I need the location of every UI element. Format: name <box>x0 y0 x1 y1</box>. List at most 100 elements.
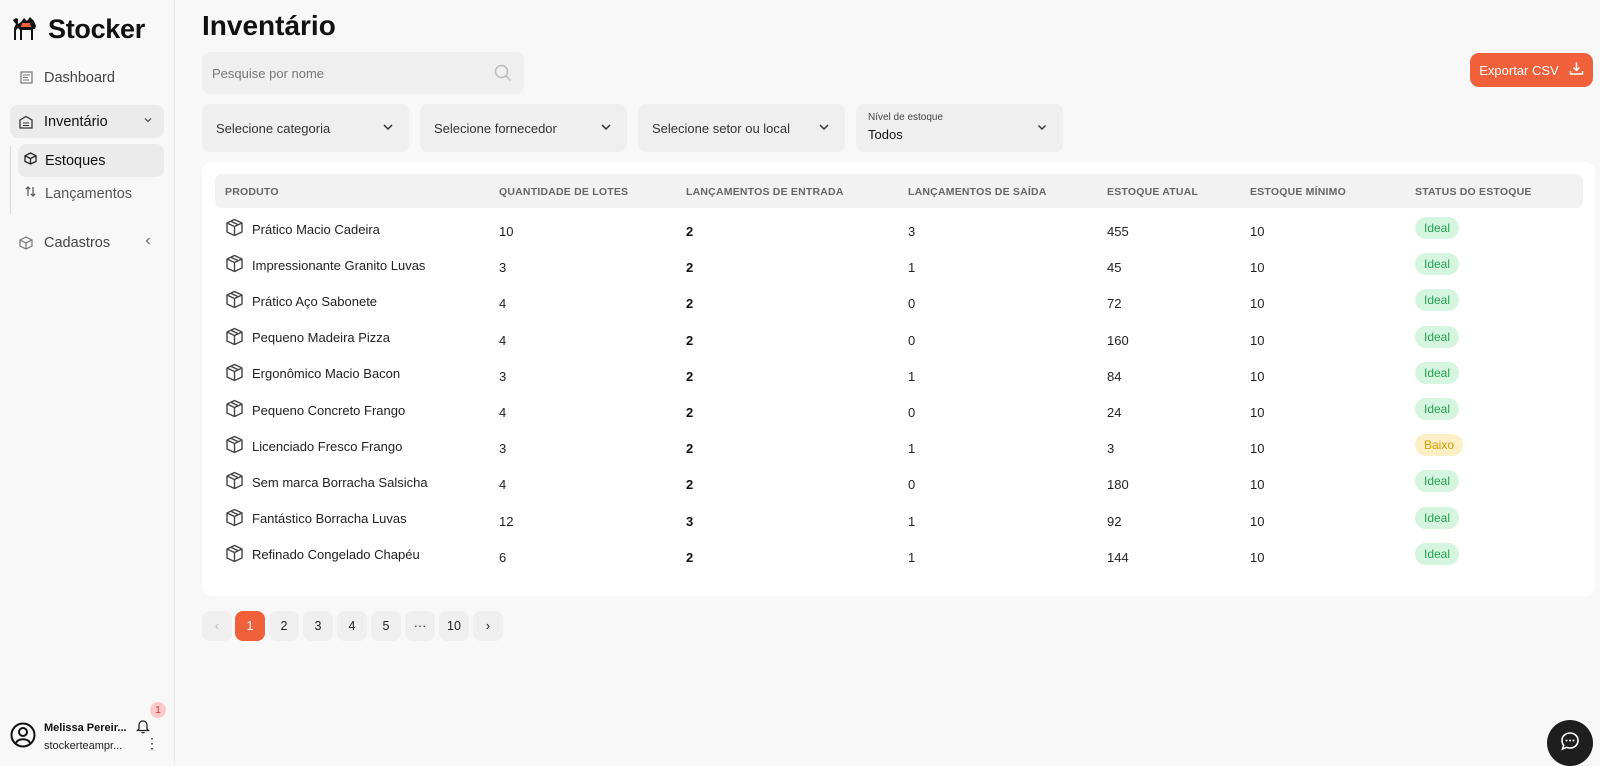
page-button[interactable]: 2 <box>269 611 299 641</box>
entries-cell: 2 <box>686 549 694 565</box>
current-stock-cell: 144 <box>1107 549 1129 565</box>
table-row[interactable]: Ergonômico Macio Bacon 3 2 1 84 10 Ideal <box>215 357 1583 394</box>
entries-cell: 2 <box>686 405 694 420</box>
column-header[interactable]: QUANTIDADE DE LOTES <box>499 186 628 198</box>
page-button[interactable]: 10 <box>439 611 469 641</box>
product-cell: Prático Macio Cadeira <box>225 218 380 240</box>
inventory-table: PRODUTO QUANTIDADE DE LOTES LANÇAMENTOS … <box>202 162 1595 596</box>
status-badge: Ideal <box>1415 217 1460 239</box>
search-icon[interactable] <box>494 64 512 87</box>
product-cell: Prático Aço Sabonete <box>225 290 377 312</box>
entries-cell: 3 <box>686 513 694 529</box>
table-row[interactable]: Fantástico Borracha Luvas 12 3 1 92 10 Ideal <box>215 502 1583 539</box>
brand[interactable]: Stocker <box>10 12 145 47</box>
lots-cell: 6 <box>499 549 507 565</box>
entries-cell: 2 <box>686 332 694 348</box>
min-stock-cell: 10 <box>1250 549 1265 565</box>
camel-logo-icon <box>10 12 42 47</box>
sector-select[interactable]: Selecione setor ou local <box>638 104 845 152</box>
notification-badge: 1 <box>150 702 166 718</box>
column-header[interactable]: LANÇAMENTOS DE ENTRADA <box>686 186 844 198</box>
product-name: Pequeno Concreto Frango <box>252 402 406 418</box>
search-input[interactable] <box>212 52 482 94</box>
product-cell: Pequeno Madeira Pizza <box>225 327 390 349</box>
export-csv-button[interactable]: Exportar CSV <box>1470 53 1593 87</box>
table-row[interactable]: Prático Macio Cadeira 10 2 3 455 10 Ideal <box>215 212 1583 249</box>
page-button[interactable]: 3 <box>303 611 333 641</box>
column-header[interactable]: STATUS DO ESTOQUE <box>1415 186 1532 198</box>
stock-level-select[interactable]: Nível de estoque Todos <box>856 104 1063 152</box>
more-options-icon[interactable]: ⋮ <box>145 736 159 750</box>
sidebar-subitem-lancamentos[interactable]: Lançamentos <box>18 177 164 210</box>
sidebar-item-dashboard[interactable]: Dashboard <box>10 61 164 94</box>
product-name: Pequeno Madeira Pizza <box>252 330 391 346</box>
page-button[interactable]: 1 <box>235 611 265 641</box>
table-row[interactable]: Refinado Congelado Chapéu 6 2 1 144 10 Ideal <box>215 538 1583 575</box>
package-icon <box>225 508 244 530</box>
user-name: Melissa Pereir... <box>44 722 127 734</box>
user-email: stockerteampr... <box>44 740 123 752</box>
min-stock-cell: 10 <box>1250 332 1265 348</box>
page-button[interactable]: 4 <box>337 611 367 641</box>
warehouse-icon <box>18 114 34 130</box>
current-stock-cell: 72 <box>1107 296 1122 312</box>
product-name: Refinado Congelado Chapéu <box>252 547 420 563</box>
brand-name: Stocker <box>48 14 145 44</box>
status-badge: Ideal <box>1415 470 1460 493</box>
page-button[interactable]: 5 <box>371 611 401 641</box>
table-row[interactable]: Prático Aço Sabonete 4 2 0 72 10 Ideal <box>215 284 1583 321</box>
product-cell: Licenciado Fresco Frango <box>225 435 402 457</box>
table-row[interactable]: Licenciado Fresco Frango 3 2 1 3 10 Baixo <box>215 429 1583 466</box>
search-box <box>202 52 524 94</box>
lots-cell: 3 <box>499 260 507 276</box>
supplier-select[interactable]: Selecione fornecedor <box>420 104 627 152</box>
exits-cell: 1 <box>908 441 916 457</box>
entries-cell: 2 <box>686 296 694 312</box>
exits-cell: 0 <box>908 296 916 312</box>
column-header[interactable]: ESTOQUE MÍNIMO <box>1250 186 1346 198</box>
table-row[interactable]: Sem marca Borracha Salsicha 4 2 0 180 10 Ideal <box>215 465 1583 502</box>
package-icon <box>225 399 244 421</box>
entries-cell: 2 <box>686 224 694 239</box>
sidebar-subitem-label: Lançamentos <box>45 185 133 202</box>
table-row[interactable]: Impressionante Granito Luvas 3 2 1 45 10 Ideal <box>215 248 1583 285</box>
product-name: Prático Macio Cadeira <box>252 221 380 237</box>
lots-cell: 12 <box>499 513 514 529</box>
pagination-prev-button[interactable]: ‹ <box>202 611 232 641</box>
product-name: Licenciado Fresco Frango <box>252 438 403 454</box>
table-row[interactable]: Pequeno Madeira Pizza 4 2 0 160 10 Ideal <box>215 321 1583 358</box>
entries-cell: 2 <box>686 368 694 384</box>
chevron-down-icon <box>599 120 613 139</box>
current-stock-cell: 455 <box>1107 224 1129 239</box>
status-badge: Ideal <box>1415 289 1460 312</box>
lots-cell: 4 <box>499 296 507 312</box>
user-avatar-icon <box>10 722 36 753</box>
package-icon <box>225 471 244 493</box>
column-header[interactable]: ESTOQUE ATUAL <box>1107 186 1198 198</box>
sidebar-item-inventario[interactable]: Inventário <box>10 105 164 138</box>
box-icon <box>24 152 37 169</box>
min-stock-cell: 10 <box>1250 441 1265 457</box>
chat-button[interactable] <box>1547 720 1593 766</box>
sidebar-subitem-estoques[interactable]: Estoques <box>18 144 164 177</box>
sidebar-item-cadastros[interactable]: Cadastros <box>10 226 164 259</box>
product-cell: Pequeno Concreto Frango <box>225 399 405 421</box>
pagination-ellipsis: ··· <box>405 611 435 641</box>
package-icon <box>225 544 244 566</box>
chevron-down-icon <box>142 114 154 130</box>
exits-cell: 1 <box>908 368 916 384</box>
product-cell: Fantástico Borracha Luvas <box>225 508 407 530</box>
lots-cell: 3 <box>499 368 507 384</box>
column-header[interactable]: PRODUTO <box>225 186 279 198</box>
table-row[interactable]: Pequeno Concreto Frango 4 2 0 24 10 Ideal <box>215 393 1583 430</box>
current-stock-cell: 45 <box>1107 260 1122 276</box>
min-stock-cell: 10 <box>1250 477 1265 493</box>
lots-cell: 4 <box>499 332 507 348</box>
download-icon <box>1569 61 1584 79</box>
status-badge: Ideal <box>1415 361 1460 384</box>
dashboard-icon <box>18 70 34 86</box>
column-header[interactable]: LANÇAMENTOS DE SAÍDA <box>908 186 1047 198</box>
user-panel[interactable]: Melissa Pereir... stockerteampr... 1 ⋮ <box>10 702 170 762</box>
pagination-next-button[interactable]: › <box>473 611 503 641</box>
category-select[interactable]: Selecione categoria <box>202 104 409 152</box>
